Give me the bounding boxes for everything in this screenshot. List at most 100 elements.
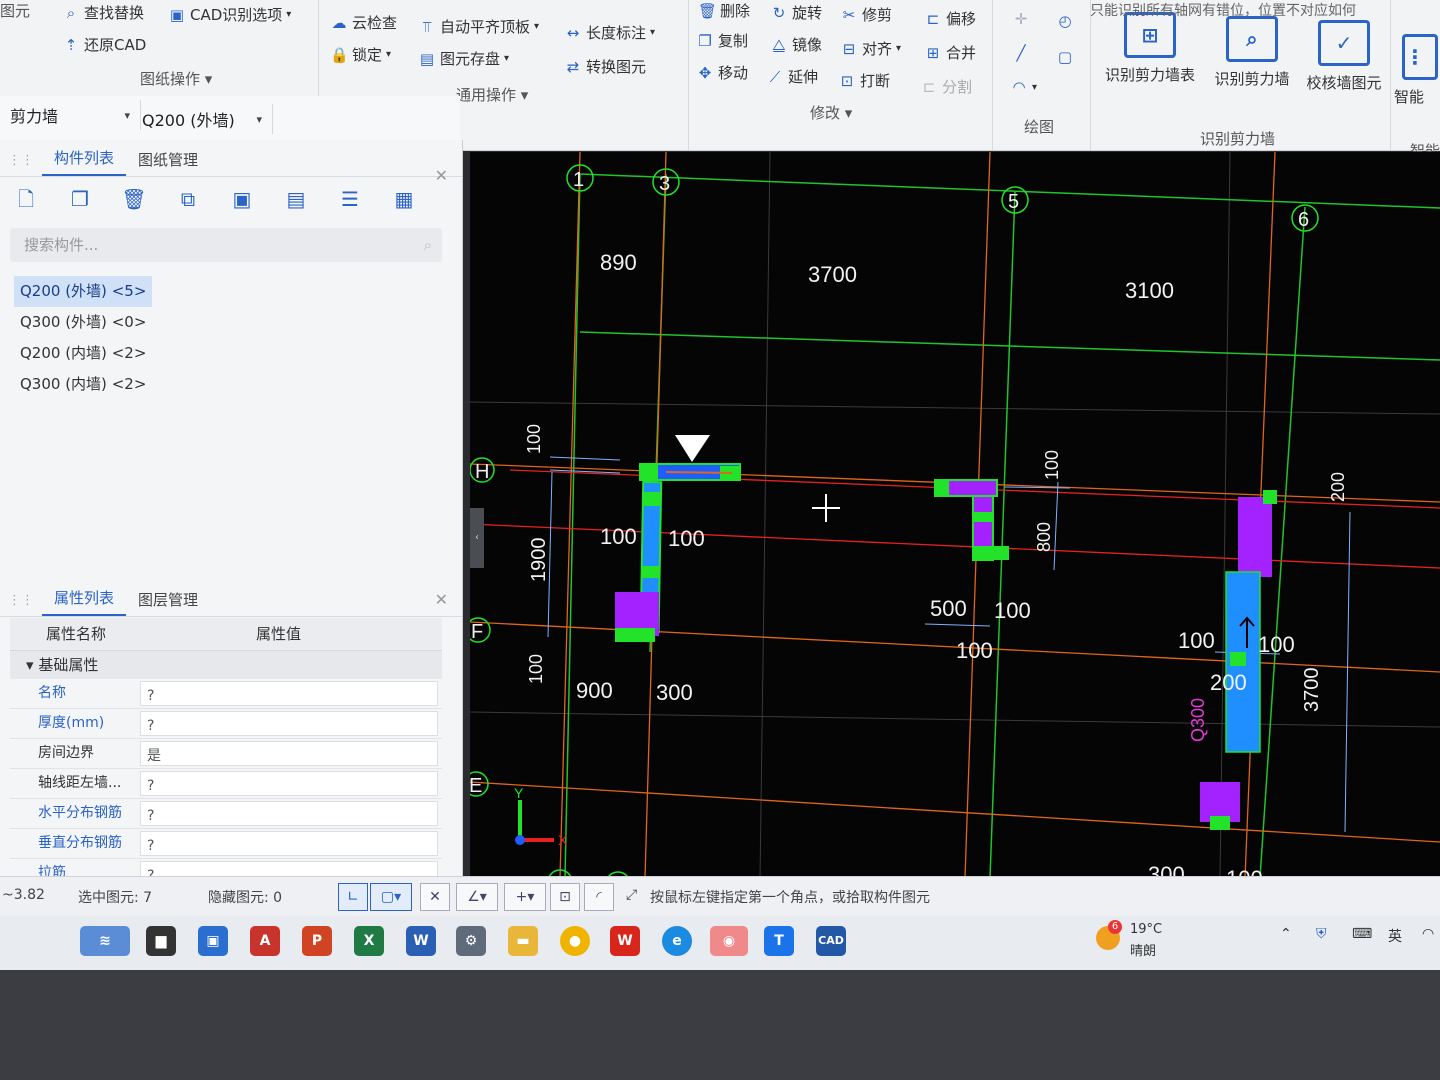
wps-icon[interactable]: W xyxy=(610,926,640,956)
cancel-icon[interactable]: ✕ xyxy=(420,883,450,911)
list-item[interactable]: Q200 (外墙) <5> xyxy=(14,276,153,307)
property-value-field[interactable]: ? xyxy=(140,831,438,856)
list-item[interactable]: Q300 (外墙) <0> xyxy=(14,307,152,338)
property-value-field[interactable]: ? xyxy=(140,711,438,736)
chevron-up-icon[interactable]: ⌃ xyxy=(1280,926,1292,942)
keyboard-icon[interactable]: ⌨ xyxy=(1352,926,1372,942)
recognize-wall-button[interactable]: ⌕ 识别剪力墙 xyxy=(1202,16,1302,89)
group-title-modify[interactable]: 修改 ▾ xyxy=(810,102,852,123)
wifi-icon[interactable]: ◠ xyxy=(1422,926,1434,942)
tab-component-list[interactable]: 构件列表 xyxy=(42,147,127,176)
ortho-toggle-icon[interactable]: ∟ xyxy=(338,883,368,911)
property-view-icon[interactable]: ▦ xyxy=(388,184,420,214)
excel-icon[interactable]: X xyxy=(354,926,384,956)
settings-gear-icon[interactable]: ⚙ xyxy=(456,926,486,956)
property-value-field[interactable]: ? xyxy=(140,771,438,796)
draw-line-button[interactable]: ╱ xyxy=(1012,44,1030,62)
shear-wall-1[interactable] xyxy=(615,463,741,642)
cad-app-icon[interactable]: CAD xyxy=(816,926,846,956)
component-search-input[interactable]: 搜索构件... ⌕ xyxy=(10,228,442,262)
rotate-button[interactable]: ↻ 旋转 xyxy=(770,2,822,23)
app-t-icon[interactable]: T xyxy=(764,926,794,956)
word-icon[interactable]: W xyxy=(406,926,436,956)
smart-button[interactable]: ⋮ 智能 xyxy=(1394,34,1440,107)
tab-layer-manage[interactable]: 图层管理 xyxy=(126,589,210,616)
command-prompt: 按鼠标左键指定第一个角点，或拾取构件图元 xyxy=(650,890,930,906)
import-component-icon[interactable]: ▣ xyxy=(226,184,258,214)
drag-handle-icon[interactable]: ⋮⋮ xyxy=(0,593,42,616)
access-icon[interactable]: A xyxy=(250,926,280,956)
offset-point-icon[interactable]: +▾ xyxy=(504,883,546,911)
save-element-button[interactable]: ▤ 图元存盘 ▾ xyxy=(418,48,509,69)
merge-button[interactable]: ⊞ 合并 xyxy=(924,42,976,63)
powerpoint-icon[interactable]: P xyxy=(302,926,332,956)
restore-cad-button[interactable]: ⇡ 还原CAD xyxy=(62,34,147,55)
shear-wall-2[interactable] xyxy=(934,479,1009,561)
check-wall-button[interactable]: ✓ 校核墙图元 xyxy=(1294,20,1394,93)
cad-drawing[interactable]: Y X 1 3 5 6 1 2 4 6 H F E 890 3700 3100 … xyxy=(470,152,1440,878)
ime-indicator[interactable]: 英 xyxy=(1388,926,1402,946)
property-group-basic[interactable]: ▾ 基础属性 xyxy=(10,651,442,679)
arc-mode-icon[interactable]: ◜ xyxy=(584,883,614,911)
tab-property-list[interactable]: 属性列表 xyxy=(42,587,127,616)
export-component-icon[interactable]: ▤ xyxy=(280,184,312,214)
layer-copy-icon[interactable]: ⧉ xyxy=(172,184,204,214)
folder-icon[interactable]: ▬ xyxy=(508,926,538,956)
dimension-label: 100 xyxy=(1178,628,1215,653)
collapse-panel-handle[interactable]: ‹ xyxy=(470,508,484,568)
store-icon[interactable]: ▣ xyxy=(198,926,228,956)
search-icon[interactable]: ⌕ xyxy=(424,228,432,262)
draw-arc-button[interactable]: ◠ ▾ xyxy=(1010,78,1037,96)
trim-button[interactable]: ✂ 修剪 xyxy=(840,4,892,25)
tab-drawing-manage[interactable]: 图纸管理 xyxy=(126,149,210,176)
cad-canvas[interactable]: Y X 1 3 5 6 1 2 4 6 H F E 890 3700 3100 … xyxy=(470,152,1440,878)
component-name-select[interactable]: Q200 (外墙) ▾ xyxy=(132,104,273,134)
lock-button[interactable]: 🔒 锁定 ▾ xyxy=(330,44,391,65)
find-replace-button[interactable]: ⌕ 查找替换 xyxy=(62,2,144,23)
component-type-select[interactable]: 剪力墙 ▾ xyxy=(0,100,141,130)
find-icon: ⌕ xyxy=(66,3,76,22)
draw-rect-button[interactable]: ▢ xyxy=(1056,48,1074,66)
group-title-drawing-ops[interactable]: 图纸操作 ▾ xyxy=(140,68,212,89)
select-mode-icon[interactable]: ⊡ xyxy=(550,883,580,911)
align-button[interactable]: ⊟ 对齐 ▾ xyxy=(840,38,901,59)
copy-component-icon[interactable]: ❐ xyxy=(64,184,96,214)
offset-button[interactable]: ⊏ 偏移 xyxy=(924,8,976,29)
security-shield-icon[interactable]: ⛨ xyxy=(1316,926,1327,942)
edge-icon[interactable]: e xyxy=(662,926,692,956)
property-value-field[interactable]: ? xyxy=(140,801,438,826)
copy-button[interactable]: ❐ 复制 xyxy=(696,30,748,51)
convert-element-button[interactable]: ⇄ 转换图元 xyxy=(564,56,646,77)
draw-rotate-point-button[interactable]: ◴ xyxy=(1056,12,1074,30)
close-icon[interactable]: ✕ xyxy=(435,590,448,609)
cloud-check-button[interactable]: ☁ 云检查 xyxy=(330,12,398,33)
move-button[interactable]: ✥ 移动 xyxy=(696,62,748,83)
app-dolphin-icon[interactable]: ≋ xyxy=(80,926,130,956)
drag-handle-icon[interactable]: ⋮⋮ xyxy=(0,153,42,176)
mirror-button[interactable]: ⧋ 镜像 xyxy=(770,34,822,55)
wechat-icon[interactable]: ◉ xyxy=(710,926,748,956)
property-value-field[interactable]: 是 xyxy=(140,741,438,766)
extend-button[interactable]: ⟋ 延伸 xyxy=(766,66,818,87)
snap-toggle-icon[interactable]: ▢▾ xyxy=(370,883,412,911)
property-value-field[interactable]: ? xyxy=(140,681,438,706)
browser-icon[interactable]: ● xyxy=(560,926,590,956)
group-title-general-ops[interactable]: 通用操作 ▾ xyxy=(456,84,528,105)
delete-component-icon[interactable]: 🗑 xyxy=(118,184,150,214)
angle-icon[interactable]: ∠▾ xyxy=(456,883,498,911)
task-view-icon[interactable]: ▆ xyxy=(146,926,176,956)
auto-align-top-button[interactable]: ⫪ 自动平齐顶板 ▾ xyxy=(418,16,539,37)
list-item[interactable]: Q300 (内墙) <2> xyxy=(14,369,152,400)
delete-button[interactable]: 🗑 删除 xyxy=(698,0,750,21)
list-item[interactable]: Q200 (内墙) <2> xyxy=(14,338,152,369)
cad-recognize-options-button[interactable]: ▣ CAD识别选项 ▾ xyxy=(168,4,291,25)
draw-point-button[interactable]: ✛ xyxy=(1012,10,1030,28)
break-button[interactable]: ⊡ 打断 xyxy=(838,70,890,91)
monitor-bezel xyxy=(0,970,1440,1080)
new-component-icon[interactable]: 🗋 xyxy=(10,184,42,214)
length-dimension-button[interactable]: ↔ 长度标注 ▾ xyxy=(564,22,655,43)
recognize-wall-table-button[interactable]: ⊞ 识别剪力墙表 xyxy=(1100,12,1200,85)
close-icon[interactable]: ✕ xyxy=(435,166,448,185)
split-button[interactable]: ⊏ 分割 xyxy=(920,76,972,97)
list-view-icon[interactable]: ☰ xyxy=(334,184,366,214)
